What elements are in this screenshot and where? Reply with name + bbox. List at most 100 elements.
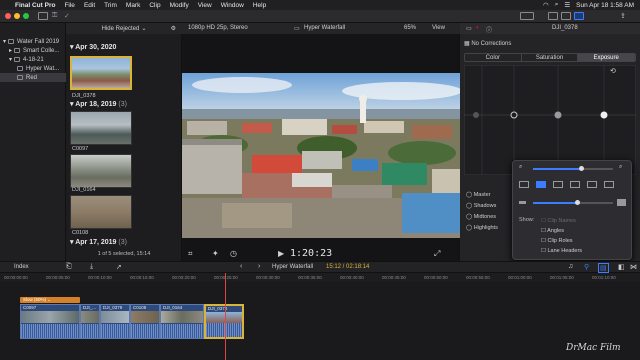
timeline-clip-dji-0379[interactable]: DJI_0379: [100, 304, 130, 339]
timeline-clip-c0108[interactable]: C0108: [130, 304, 160, 339]
settings-icon[interactable]: ⚙: [171, 25, 176, 32]
filmstrip-only-icon[interactable]: [587, 181, 597, 188]
zoom-in-icon[interactable]: ⌕: [619, 164, 622, 171]
append-icon[interactable]: ⎗: [66, 263, 72, 271]
adjust-midtones[interactable]: ◯ Midtones: [466, 212, 498, 223]
disclosure-icon[interactable]: ▸: [9, 47, 12, 54]
clip-height-slider[interactable]: [533, 200, 613, 205]
retime-bar[interactable]: Slow (50%) ⌄: [20, 297, 80, 303]
library-item-smart-collections[interactable]: ▸ Smart Colle...: [0, 46, 66, 55]
show-browser-icon[interactable]: [548, 12, 558, 20]
share-icon[interactable]: ⇪: [620, 12, 626, 20]
play-icon[interactable]: ▶: [278, 249, 284, 258]
large-waveform-icon[interactable]: [536, 181, 546, 188]
viewer-frame[interactable]: [182, 73, 460, 238]
corrections-menu[interactable]: ▦ No Corrections: [464, 40, 511, 47]
video-inspector-icon[interactable]: ▭: [466, 25, 472, 32]
menu-help[interactable]: Help: [253, 2, 266, 9]
workspace-icon[interactable]: [520, 12, 534, 20]
zoom-out-icon[interactable]: ⌕: [519, 164, 522, 171]
equal-waveform-icon[interactable]: [553, 181, 563, 188]
shadows-puck[interactable]: [510, 111, 518, 119]
timecode-display[interactable]: 1:20:23: [290, 248, 332, 259]
master-puck[interactable]: [473, 112, 479, 118]
snapping-icon[interactable]: ⚲: [584, 263, 589, 271]
keyword-icon[interactable]: ⚿: [52, 12, 57, 20]
menu-view[interactable]: View: [198, 2, 212, 9]
option-clip-names[interactable]: ☐ Clip Names: [541, 216, 582, 226]
color-inspector-icon[interactable]: ◐: [476, 25, 480, 31]
menu-clock[interactable]: Sun Apr 18 1:58 AM: [576, 2, 634, 9]
date-group-header[interactable]: ▾ Apr 18, 2019 (3): [70, 100, 127, 108]
playhead[interactable]: [225, 273, 226, 360]
timeline-project-name[interactable]: Hyper Waterfall: [272, 264, 313, 270]
clip-appearance-icon[interactable]: ▤: [598, 263, 609, 273]
zoom-slider[interactable]: [533, 166, 613, 171]
name-only-icon[interactable]: [604, 181, 614, 188]
minimize-button[interactable]: [14, 13, 20, 19]
adjust-shadows[interactable]: ◯ Shadows: [466, 201, 498, 212]
effects-browser-icon[interactable]: ◧: [618, 263, 625, 271]
disclosure-icon[interactable]: ▾: [9, 56, 12, 63]
menu-file[interactable]: File: [64, 2, 74, 9]
timeline-clip-dji[interactable]: DJI_...: [80, 304, 100, 339]
audio-skimming-icon[interactable]: ♫: [568, 263, 573, 270]
clip-thumbnail-dji-0378[interactable]: [70, 56, 132, 90]
info-inspector-icon[interactable]: ⓘ: [486, 25, 492, 34]
exposure-board[interactable]: [464, 65, 636, 175]
menu-clip[interactable]: Clip: [149, 2, 160, 9]
tab-saturation[interactable]: Saturation: [522, 54, 579, 61]
import-icon[interactable]: [38, 12, 48, 20]
option-clip-roles[interactable]: ☐ Clip Roles: [541, 236, 582, 246]
enhance-icon[interactable]: ✦: [212, 249, 219, 258]
control-center-icon[interactable]: ☰: [564, 1, 570, 9]
menu-modify[interactable]: Modify: [170, 2, 189, 9]
reset-icon[interactable]: ⟲: [610, 67, 616, 75]
date-group-header[interactable]: ▾ Apr 17, 2019 (3): [70, 238, 127, 246]
menu-app-name[interactable]: Final Cut Pro: [15, 2, 55, 9]
library-item-hyper-waterfall[interactable]: Hyper Wat...: [0, 64, 66, 73]
waveform-only-icon[interactable]: [519, 181, 529, 188]
timeline-clip-dji-0378[interactable]: DJI_0378: [204, 304, 244, 339]
connect-icon[interactable]: ⤓: [90, 263, 93, 271]
transitions-browser-icon[interactable]: ⋈: [630, 263, 637, 271]
search-icon[interactable]: ⌕: [555, 1, 559, 9]
option-angles[interactable]: ☐ Angles: [541, 226, 582, 236]
adjust-highlights[interactable]: ◯ Highlights: [466, 223, 498, 234]
clip-thumbnail-dji-0164[interactable]: [70, 154, 132, 188]
back-icon[interactable]: ‹: [240, 263, 242, 270]
option-lane-headers[interactable]: ☐ Lane Headers: [541, 246, 582, 256]
menu-window[interactable]: Window: [221, 2, 244, 9]
midtones-puck[interactable]: [554, 111, 562, 119]
timeline-clip-c0097[interactable]: C0097: [20, 304, 80, 339]
hide-rejected-filter[interactable]: Hide Rejected: [102, 26, 140, 32]
library-item-red[interactable]: Red: [0, 73, 66, 82]
adjust-master[interactable]: ◯ Master: [466, 190, 498, 201]
large-filmstrip-icon[interactable]: [570, 181, 580, 188]
menu-trim[interactable]: Trim: [104, 2, 117, 9]
fullscreen-icon[interactable]: ⤢: [434, 249, 440, 259]
menu-edit[interactable]: Edit: [84, 2, 95, 9]
chevron-down-icon[interactable]: ⌄: [141, 25, 146, 32]
tab-exposure[interactable]: Exposure: [578, 54, 635, 61]
view-menu[interactable]: View: [432, 25, 445, 31]
date-group-header[interactable]: ▾ Apr 30, 2020: [70, 43, 116, 51]
timeline-ruler[interactable]: 00:00:00:00 00:00:05:00 00:00:10:00 00:0…: [0, 273, 640, 282]
zoom-button[interactable]: [23, 13, 29, 19]
close-button[interactable]: [5, 13, 11, 19]
wifi-icon[interactable]: ◠: [543, 1, 549, 9]
disclosure-icon[interactable]: ▾: [3, 38, 6, 45]
show-timeline-icon[interactable]: [561, 12, 571, 20]
tab-color[interactable]: Color: [465, 54, 522, 61]
library-item-event-4-18-21[interactable]: ▾ 4-18-21: [0, 55, 66, 64]
background-tasks-icon[interactable]: ✓: [64, 12, 70, 20]
speed-icon[interactable]: ◷: [230, 249, 237, 258]
highlights-puck[interactable]: [600, 111, 608, 119]
index-button[interactable]: Index: [14, 264, 29, 270]
timeline[interactable]: Slow (50%) ⌄ C0097 DJI_... DJI_0379 C010…: [0, 273, 640, 360]
clip-thumbnail-c0108[interactable]: [70, 195, 132, 229]
zoom-menu[interactable]: 65%: [404, 25, 416, 31]
library-item-water-fall[interactable]: ▾ Water Fall 2019: [0, 37, 66, 46]
show-inspector-icon[interactable]: [574, 12, 584, 20]
clip-thumbnail-c0097[interactable]: [70, 111, 132, 145]
